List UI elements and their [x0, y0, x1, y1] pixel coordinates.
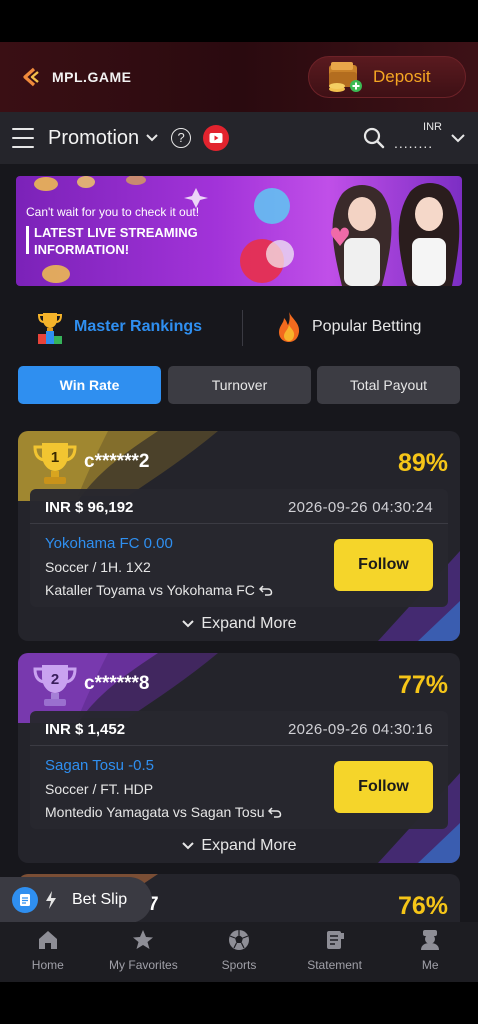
bet-market: Soccer / 1H. 1X2: [45, 559, 151, 575]
bet-match: Kataller Toyama vs Yokohama FC: [45, 582, 273, 598]
ranking-card: 1 c******2 89% INR $ 96,192 2026-09-26 0…: [18, 431, 460, 641]
return-arrow-icon: [258, 585, 273, 596]
nav-label: My Favorites: [109, 958, 178, 972]
document-icon: [12, 887, 38, 913]
bet-pick[interactable]: Yokohama FC 0.00: [45, 535, 173, 552]
mpl-logo-icon: [23, 67, 39, 87]
bet-amount: INR $ 1,452: [45, 721, 126, 738]
help-icon[interactable]: ?: [171, 128, 192, 148]
nav-bar: Promotion ? INR ........: [0, 112, 478, 164]
chevron-down-icon: [182, 842, 195, 850]
nav-label: Sports: [221, 958, 257, 972]
nav-label: Statement: [307, 958, 362, 972]
rank-number: 1: [50, 449, 60, 466]
username: c******8: [84, 673, 150, 694]
expand-label: Expand More: [201, 615, 297, 632]
soccer-ball-icon: [228, 930, 249, 950]
bet-pick[interactable]: Sagan Tosu -0.5: [45, 757, 154, 774]
tab-popular-betting[interactable]: Popular Betting: [276, 302, 421, 352]
return-arrow-icon: [268, 807, 282, 818]
nav-label: Home: [31, 958, 64, 972]
bet-match: Montedio Yamagata vs Sagan Tosu: [45, 804, 282, 820]
statement-icon: [326, 931, 344, 949]
chevron-down-icon[interactable]: [450, 133, 466, 143]
balance-currency: INR: [423, 121, 442, 133]
brand-name: MPL.GAME: [52, 69, 132, 85]
lightning-icon: [46, 891, 56, 909]
balance-value: ........: [394, 135, 434, 151]
wallet-icon: [329, 62, 362, 92]
bet-market: Soccer / FT. HDP: [45, 781, 154, 797]
expand-more-button[interactable]: Expand More: [18, 835, 460, 857]
play-icon: [209, 133, 223, 143]
bottom-nav: Home My Favorites Sports Statement Me: [0, 922, 478, 982]
nav-sports[interactable]: Sports: [191, 922, 287, 982]
deposit-button[interactable]: Deposit: [308, 56, 466, 98]
ranking-card: 2 c******8 77% INR $ 1,452 2026-09-26 04…: [18, 653, 460, 863]
bet-time: 2026-09-26 04:30:16: [288, 721, 433, 738]
chevron-down-icon[interactable]: [145, 133, 159, 143]
search-icon[interactable]: [362, 126, 386, 150]
ranking-filters: Win Rate Turnover Total Payout: [18, 366, 460, 404]
filter-total-payout[interactable]: Total Payout: [317, 366, 460, 404]
bet-slip-label: Bet Slip: [72, 891, 128, 908]
app-root: MPL.GAME Deposit Promotion ? INR .......…: [0, 0, 478, 1024]
rank-number: 2: [50, 671, 60, 688]
status-bar: [0, 0, 478, 42]
tab-label: Popular Betting: [312, 318, 422, 335]
nav-statement[interactable]: Statement: [287, 922, 383, 982]
balance-display[interactable]: INR ........: [394, 120, 444, 156]
chevron-down-icon: [182, 620, 195, 628]
ranking-tabs: Master Rankings Popular Betting: [0, 302, 478, 352]
bet-detail: INR $ 1,452 2026-09-26 04:30:16 Sagan To…: [30, 711, 448, 829]
win-rate: 76%: [397, 892, 448, 920]
gold-trophy-icon: 1: [32, 439, 78, 487]
user-icon: [421, 930, 440, 950]
match-text: Kataller Toyama vs Yokohama FC: [45, 582, 255, 598]
nav-right: INR ........: [362, 120, 466, 156]
fire-icon: [279, 312, 300, 342]
divider: [242, 310, 243, 346]
bet-amount: INR $ 96,192: [45, 499, 134, 516]
divider: [30, 745, 448, 746]
purple-trophy-icon: 2: [32, 661, 78, 709]
tab-master-rankings[interactable]: Master Rankings: [36, 302, 202, 352]
filter-win-rate[interactable]: Win Rate: [18, 366, 161, 404]
banner-headline: LATEST LIVE STREAMING INFORMATION!: [34, 225, 198, 257]
star-icon: [133, 930, 154, 949]
banner-hosts-image: [240, 183, 460, 286]
system-gesture-bar: [0, 982, 478, 1024]
banner-accent-bar: [26, 226, 29, 254]
page-title[interactable]: Promotion: [48, 127, 139, 150]
match-text: Montedio Yamagata vs Sagan Tosu: [45, 804, 265, 820]
live-video-icon[interactable]: [203, 125, 230, 151]
menu-icon[interactable]: [12, 128, 34, 148]
brand[interactable]: MPL.GAME: [20, 66, 131, 88]
top-bar: MPL.GAME Deposit: [0, 42, 478, 112]
deposit-label: Deposit: [373, 67, 431, 86]
win-rate: 89%: [397, 449, 448, 477]
bet-detail: INR $ 96,192 2026-09-26 04:30:24 Yokoham…: [30, 489, 448, 607]
podium-trophy-icon: [37, 313, 63, 344]
divider: [30, 523, 448, 524]
follow-button[interactable]: Follow: [334, 539, 433, 591]
expand-more-button[interactable]: Expand More: [18, 613, 460, 635]
home-icon: [38, 931, 57, 949]
filter-turnover[interactable]: Turnover: [168, 366, 311, 404]
banner-subtitle: Can't wait for you to check it out!: [26, 205, 200, 219]
nav-my-favorites[interactable]: My Favorites: [96, 922, 192, 982]
bet-slip-button[interactable]: Bet Slip: [0, 877, 152, 923]
expand-label: Expand More: [201, 837, 297, 854]
tab-label: Master Rankings: [74, 318, 203, 335]
nav-label: Me: [421, 958, 439, 972]
win-rate: 77%: [397, 671, 448, 699]
promo-banner[interactable]: Can't wait for you to check it out! LATE…: [16, 176, 462, 286]
username: c******2: [84, 451, 150, 472]
nav-home[interactable]: Home: [0, 922, 96, 982]
nav-me[interactable]: Me: [382, 922, 478, 982]
bet-time: 2026-09-26 04:30:24: [288, 499, 433, 516]
follow-button[interactable]: Follow: [334, 761, 433, 813]
